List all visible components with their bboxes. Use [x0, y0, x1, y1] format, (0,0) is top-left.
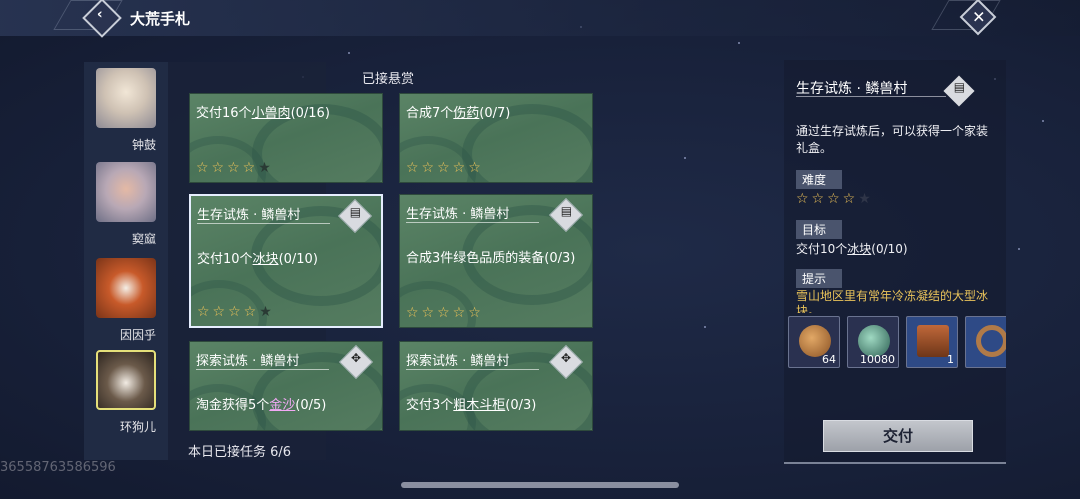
accepted-bounties-label: 已接悬赏	[362, 72, 415, 87]
avatar	[96, 68, 156, 128]
hint-label: 提示	[796, 269, 842, 288]
avatar	[96, 162, 156, 222]
item-link[interactable]: 伤药	[453, 106, 479, 121]
difficulty-stars: ☆☆☆☆★	[196, 160, 274, 176]
page-title: 大荒手札	[130, 10, 191, 28]
item-link[interactable]: 冰块	[253, 252, 279, 267]
character-item-zhonggu[interactable]: 钟鼓	[92, 66, 160, 156]
bounty-card[interactable]: 探索试炼 · 鳞兽村 ✥ 交付3个粗木斗柜(0/3)	[399, 341, 593, 431]
goal-text: 交付10个冰块(0/10)	[796, 242, 908, 256]
card-heading: 探索试炼 · 鳞兽村	[406, 350, 540, 370]
card-heading: 生存试炼 · 鳞兽村	[197, 204, 331, 224]
character-item-yayu[interactable]: 窫窳	[92, 160, 160, 250]
task-text: 淘金获得5个金沙(0/5)	[196, 398, 327, 413]
character-item-yinyinhu[interactable]: 因因乎	[92, 256, 160, 346]
detail-title: 生存试炼 · 鳞兽村	[796, 81, 908, 97]
detail-description: 通过生存试炼后，可以获得一个家装礼盒。	[796, 124, 989, 155]
chest-icon	[917, 325, 949, 357]
character-name: 窫窳	[131, 232, 156, 246]
bounty-card[interactable]: 交付16个小兽肉(0/16) ☆☆☆☆★	[189, 93, 383, 183]
avatar	[96, 350, 156, 410]
item-link[interactable]: 金沙	[269, 398, 295, 413]
item-link[interactable]: 粗木斗柜	[453, 398, 505, 413]
horseshoe-icon	[976, 325, 1006, 357]
bounty-card-selected[interactable]: 生存试炼 · 鳞兽村 ▤ 交付10个冰块(0/10) ☆☆☆☆★	[189, 194, 383, 328]
item-link[interactable]: 冰块	[847, 242, 871, 256]
task-text: 交付3个粗木斗柜(0/3)	[406, 398, 537, 413]
difficulty-stars: ☆☆☆☆★	[197, 304, 275, 320]
scroll-badge-icon: ▤	[943, 75, 975, 107]
card-heading: 探索试炼 · 鳞兽村	[196, 350, 330, 370]
item-link[interactable]: 小兽肉	[252, 106, 291, 121]
close-icon: ✕	[972, 7, 986, 27]
bounty-card[interactable]: 探索试炼 · 鳞兽村 ✥ 淘金获得5个金沙(0/5)	[189, 341, 383, 431]
avatar	[96, 258, 156, 318]
hint-text: 雪山地区里有常年冷冻凝结的大型冰块。	[796, 289, 989, 313]
reward-item[interactable]	[965, 316, 1006, 368]
character-name: 环狗儿	[119, 420, 156, 434]
top-bar: ‹ 大荒手札 ✕	[0, 0, 1080, 38]
submit-button[interactable]: 交付	[823, 420, 973, 452]
detail-panel: 生存试炼 · 鳞兽村 ▤ 通过生存试炼后，可以获得一个家装礼盒。 难度 ☆☆☆☆…	[784, 60, 1006, 464]
difficulty-stars: ☆☆☆☆★	[796, 191, 874, 207]
card-heading: 生存试炼 · 鳞兽村	[406, 203, 540, 223]
difficulty-stars: ☆☆☆☆☆	[406, 305, 484, 321]
character-item-huangouer[interactable]: 环狗儿	[92, 348, 160, 438]
task-text: 合成7个伤药(0/7)	[406, 106, 511, 121]
character-name: 因因乎	[119, 328, 156, 342]
reward-item[interactable]: 1	[906, 316, 958, 368]
home-indicator[interactable]	[401, 482, 679, 488]
bounty-card[interactable]: 生存试炼 · 鳞兽村 ▤ 合成3件绿色品质的装备(0/3) ☆☆☆☆☆	[399, 194, 593, 328]
reward-item[interactable]: 64	[788, 316, 840, 368]
reward-items: 64 10080 1	[788, 316, 1006, 370]
task-text: 交付16个小兽肉(0/16)	[196, 106, 330, 121]
character-list: 钟鼓 窫窳 因因乎 环狗儿	[84, 62, 168, 460]
task-text: 交付10个冰块(0/10)	[197, 252, 318, 267]
reward-item[interactable]: 10080	[847, 316, 899, 368]
chevron-left-icon: ‹	[96, 6, 103, 23]
goal-label: 目标	[796, 220, 842, 239]
difficulty-label: 难度	[796, 170, 842, 189]
task-text: 合成3件绿色品质的装备(0/3)	[406, 251, 576, 266]
difficulty-stars: ☆☆☆☆☆	[406, 160, 484, 176]
daily-task-count: 本日已接任务 6/6	[188, 445, 292, 460]
divider	[796, 96, 946, 97]
watermark: 36558763586596	[0, 460, 116, 475]
character-name: 钟鼓	[131, 138, 156, 152]
bounty-card[interactable]: 合成7个伤药(0/7) ☆☆☆☆☆	[399, 93, 593, 183]
